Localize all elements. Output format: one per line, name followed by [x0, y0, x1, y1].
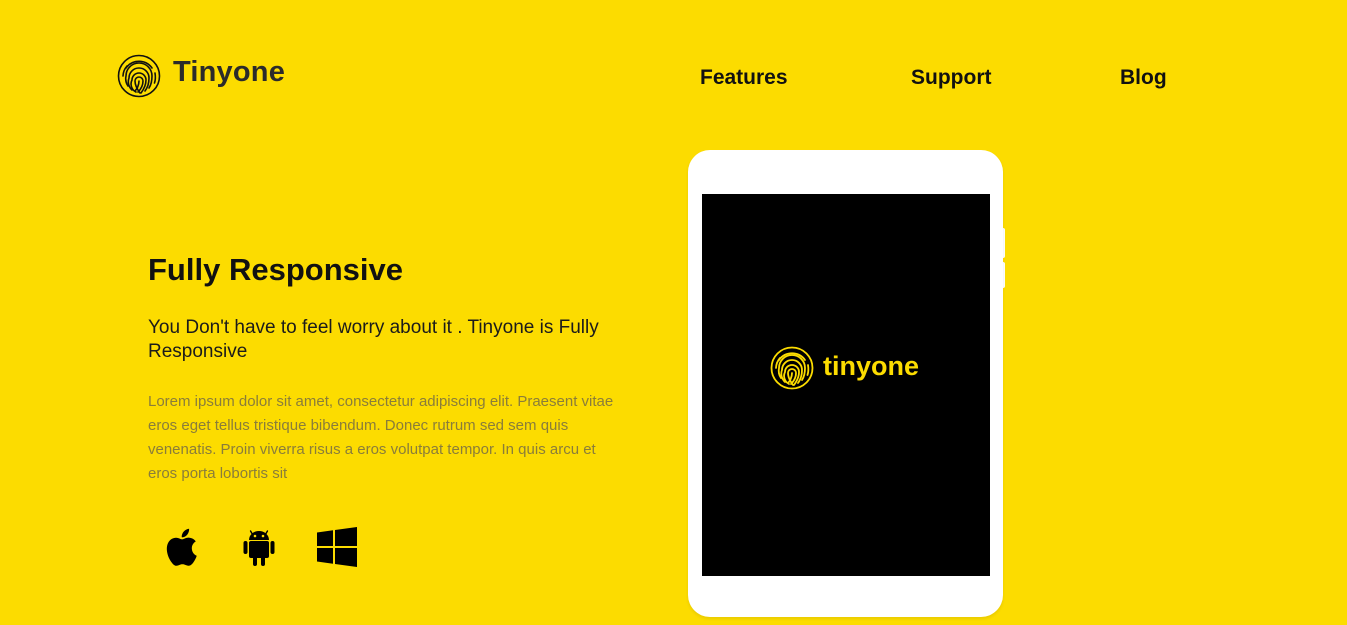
hero-subtitle: You Don't have to feel worry about it . … — [148, 317, 599, 362]
apple-icon[interactable] — [160, 526, 202, 568]
landing-page: Tinyone Features Support Blog Fully Resp… — [0, 0, 1347, 625]
screen-logo-text: tinyone — [823, 350, 920, 381]
tablet-mockup: tinyone — [688, 150, 1003, 617]
hero-title: Fully Responsive — [148, 252, 403, 287]
fingerprint-icon — [770, 346, 814, 390]
nav-features-link[interactable]: Features — [700, 66, 788, 90]
nav-support-link[interactable]: Support — [911, 66, 991, 90]
windows-icon[interactable] — [316, 526, 358, 568]
platform-icons — [160, 526, 358, 568]
hero-description: Lorem ipsum dolor sit amet, consectetur … — [148, 393, 614, 482]
main-nav: Features Support Blog — [0, 66, 1347, 92]
tablet-screen: tinyone — [702, 194, 990, 576]
nav-blog-link[interactable]: Blog — [1120, 66, 1167, 90]
android-icon[interactable] — [238, 526, 280, 568]
screen-logo: tinyone — [770, 346, 919, 390]
